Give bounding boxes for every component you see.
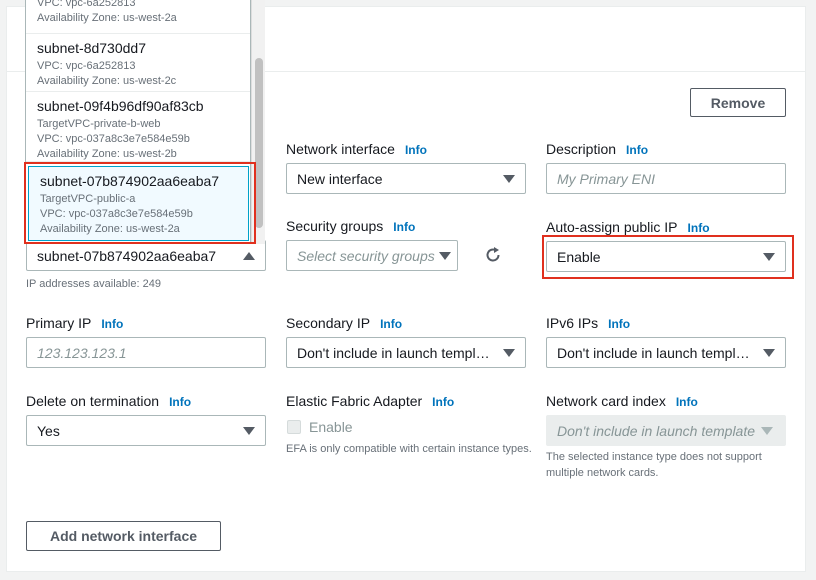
primary-ip-info-link[interactable]: Info <box>101 317 123 331</box>
caret-down-icon <box>503 348 515 357</box>
delete-on-termination-label-text: Delete on termination <box>26 393 160 409</box>
security-groups-info-link[interactable]: Info <box>393 220 415 234</box>
efa-checkbox-label: Enable <box>309 419 353 435</box>
efa-checkbox-row: Enable <box>287 419 353 435</box>
primary-ip-input[interactable]: 123.123.123.1 <box>26 337 266 368</box>
network-card-index-hint: The selected instance type does not supp… <box>546 451 762 479</box>
secondary-ip-label-text: Secondary IP <box>286 315 371 331</box>
ipv6-ips-select[interactable]: Don't include in launch template <box>546 337 786 368</box>
delete-on-termination-value: Yes <box>37 422 60 439</box>
secondary-ip-value: Don't include in launch template <box>297 344 495 361</box>
caret-down-icon <box>503 174 515 183</box>
network-interface-value: New interface <box>297 170 383 187</box>
auto-assign-ip-label: Auto-assign public IP Info <box>546 219 710 235</box>
efa-label: Elastic Fabric Adapter Info <box>286 393 454 409</box>
delete-on-termination-info-link[interactable]: Info <box>169 395 191 409</box>
subnet-select[interactable]: subnet-07b874902aa6eaba7 <box>26 240 266 271</box>
caret-down-icon <box>243 426 255 435</box>
delete-on-termination-label: Delete on termination Info <box>26 393 191 409</box>
description-placeholder: My Primary ENI <box>557 170 655 187</box>
efa-checkbox[interactable] <box>287 420 301 434</box>
subnet-option-id: subnet-09f4b96df90af83cb <box>37 98 204 114</box>
auto-assign-ip-label-text: Auto-assign public IP <box>546 219 678 235</box>
secondary-ip-label: Secondary IP Info <box>286 315 402 331</box>
subnet-option[interactable]: subnet-09f4b96df90af83cb TargetVPC-priva… <box>26 92 250 162</box>
auto-assign-ip-info-link[interactable]: Info <box>688 221 710 235</box>
add-network-interface-button[interactable]: Add network interface <box>26 521 221 551</box>
description-info-link[interactable]: Info <box>626 143 648 157</box>
subnet-select-value: subnet-07b874902aa6eaba7 <box>37 247 217 264</box>
primary-ip-placeholder: 123.123.123.1 <box>37 344 127 361</box>
network-interface-label-text: Network interface <box>286 141 395 157</box>
caret-down-icon <box>761 426 773 435</box>
ipv6-ips-label: IPv6 IPs Info <box>546 315 630 331</box>
subnet-option-vpc: VPC: vpc-037a8c3e7e584e59b <box>37 133 190 145</box>
network-card-index-select: Don't include in launch template <box>546 415 786 446</box>
ipv6-ips-value: Don't include in launch template <box>557 344 755 361</box>
description-label-text: Description <box>546 141 617 157</box>
description-input[interactable]: My Primary ENI <box>546 163 786 194</box>
security-groups-label: Security groups Info <box>286 218 415 234</box>
subnet-option-id: subnet-8d730dd7 <box>37 40 146 56</box>
subnet-option-az: Availability Zone: us-west-2b <box>37 148 177 160</box>
subnet-option[interactable]: VPC: vpc-6a252813 Availability Zone: us-… <box>26 0 250 34</box>
network-card-index-label-text: Network card index <box>546 393 666 409</box>
ipv6-ips-label-text: IPv6 IPs <box>546 315 599 331</box>
network-interface-info-link[interactable]: Info <box>405 143 427 157</box>
network-card-index-label: Network card index Info <box>546 393 698 409</box>
secondary-ip-select[interactable]: Don't include in launch template <box>286 337 526 368</box>
subnet-option-vpc: VPC: vpc-6a252813 <box>37 0 136 9</box>
ipv6-ips-info-link[interactable]: Info <box>608 317 630 331</box>
network-card-index-value: Don't include in launch template <box>557 422 756 439</box>
subnet-option[interactable]: subnet-8d730dd7 VPC: vpc-6a252813 Availa… <box>26 34 250 92</box>
network-card-index-info-link[interactable]: Info <box>676 395 698 409</box>
security-groups-select[interactable]: Select security groups <box>286 240 458 271</box>
network-interface-label: Network interface Info <box>286 141 427 157</box>
caret-down-icon <box>439 251 451 260</box>
description-label: Description Info <box>546 141 648 157</box>
refresh-icon[interactable] <box>484 246 502 264</box>
dropdown-scrollbar-thumb[interactable] <box>255 58 263 228</box>
remove-button[interactable]: Remove <box>690 88 786 117</box>
ip-available-text: IP addresses available: 249 <box>26 278 161 290</box>
primary-ip-label: Primary IP Info <box>26 315 123 331</box>
network-interface-select[interactable]: New interface <box>286 163 526 194</box>
efa-label-text: Elastic Fabric Adapter <box>286 393 423 409</box>
security-groups-label-text: Security groups <box>286 218 384 234</box>
secondary-ip-info-link[interactable]: Info <box>380 317 402 331</box>
highlight-box-subnet-option <box>24 162 256 244</box>
primary-ip-label-text: Primary IP <box>26 315 92 331</box>
security-groups-placeholder: Select security groups <box>297 247 435 264</box>
delete-on-termination-select[interactable]: Yes <box>26 415 266 446</box>
highlight-box-auto-assign <box>542 235 794 279</box>
subnet-option-name: TargetVPC-private-b-web <box>37 118 161 130</box>
subnet-option-az: Availability Zone: us-west-2c <box>37 75 177 87</box>
efa-hint: EFA is only compatible with certain inst… <box>286 443 532 455</box>
caret-down-icon <box>763 348 775 357</box>
subnet-option-vpc: VPC: vpc-6a252813 <box>37 60 136 72</box>
caret-up-icon <box>243 251 255 260</box>
subnet-option-az: Availability Zone: us-west-2a <box>37 12 177 24</box>
efa-info-link[interactable]: Info <box>432 395 454 409</box>
